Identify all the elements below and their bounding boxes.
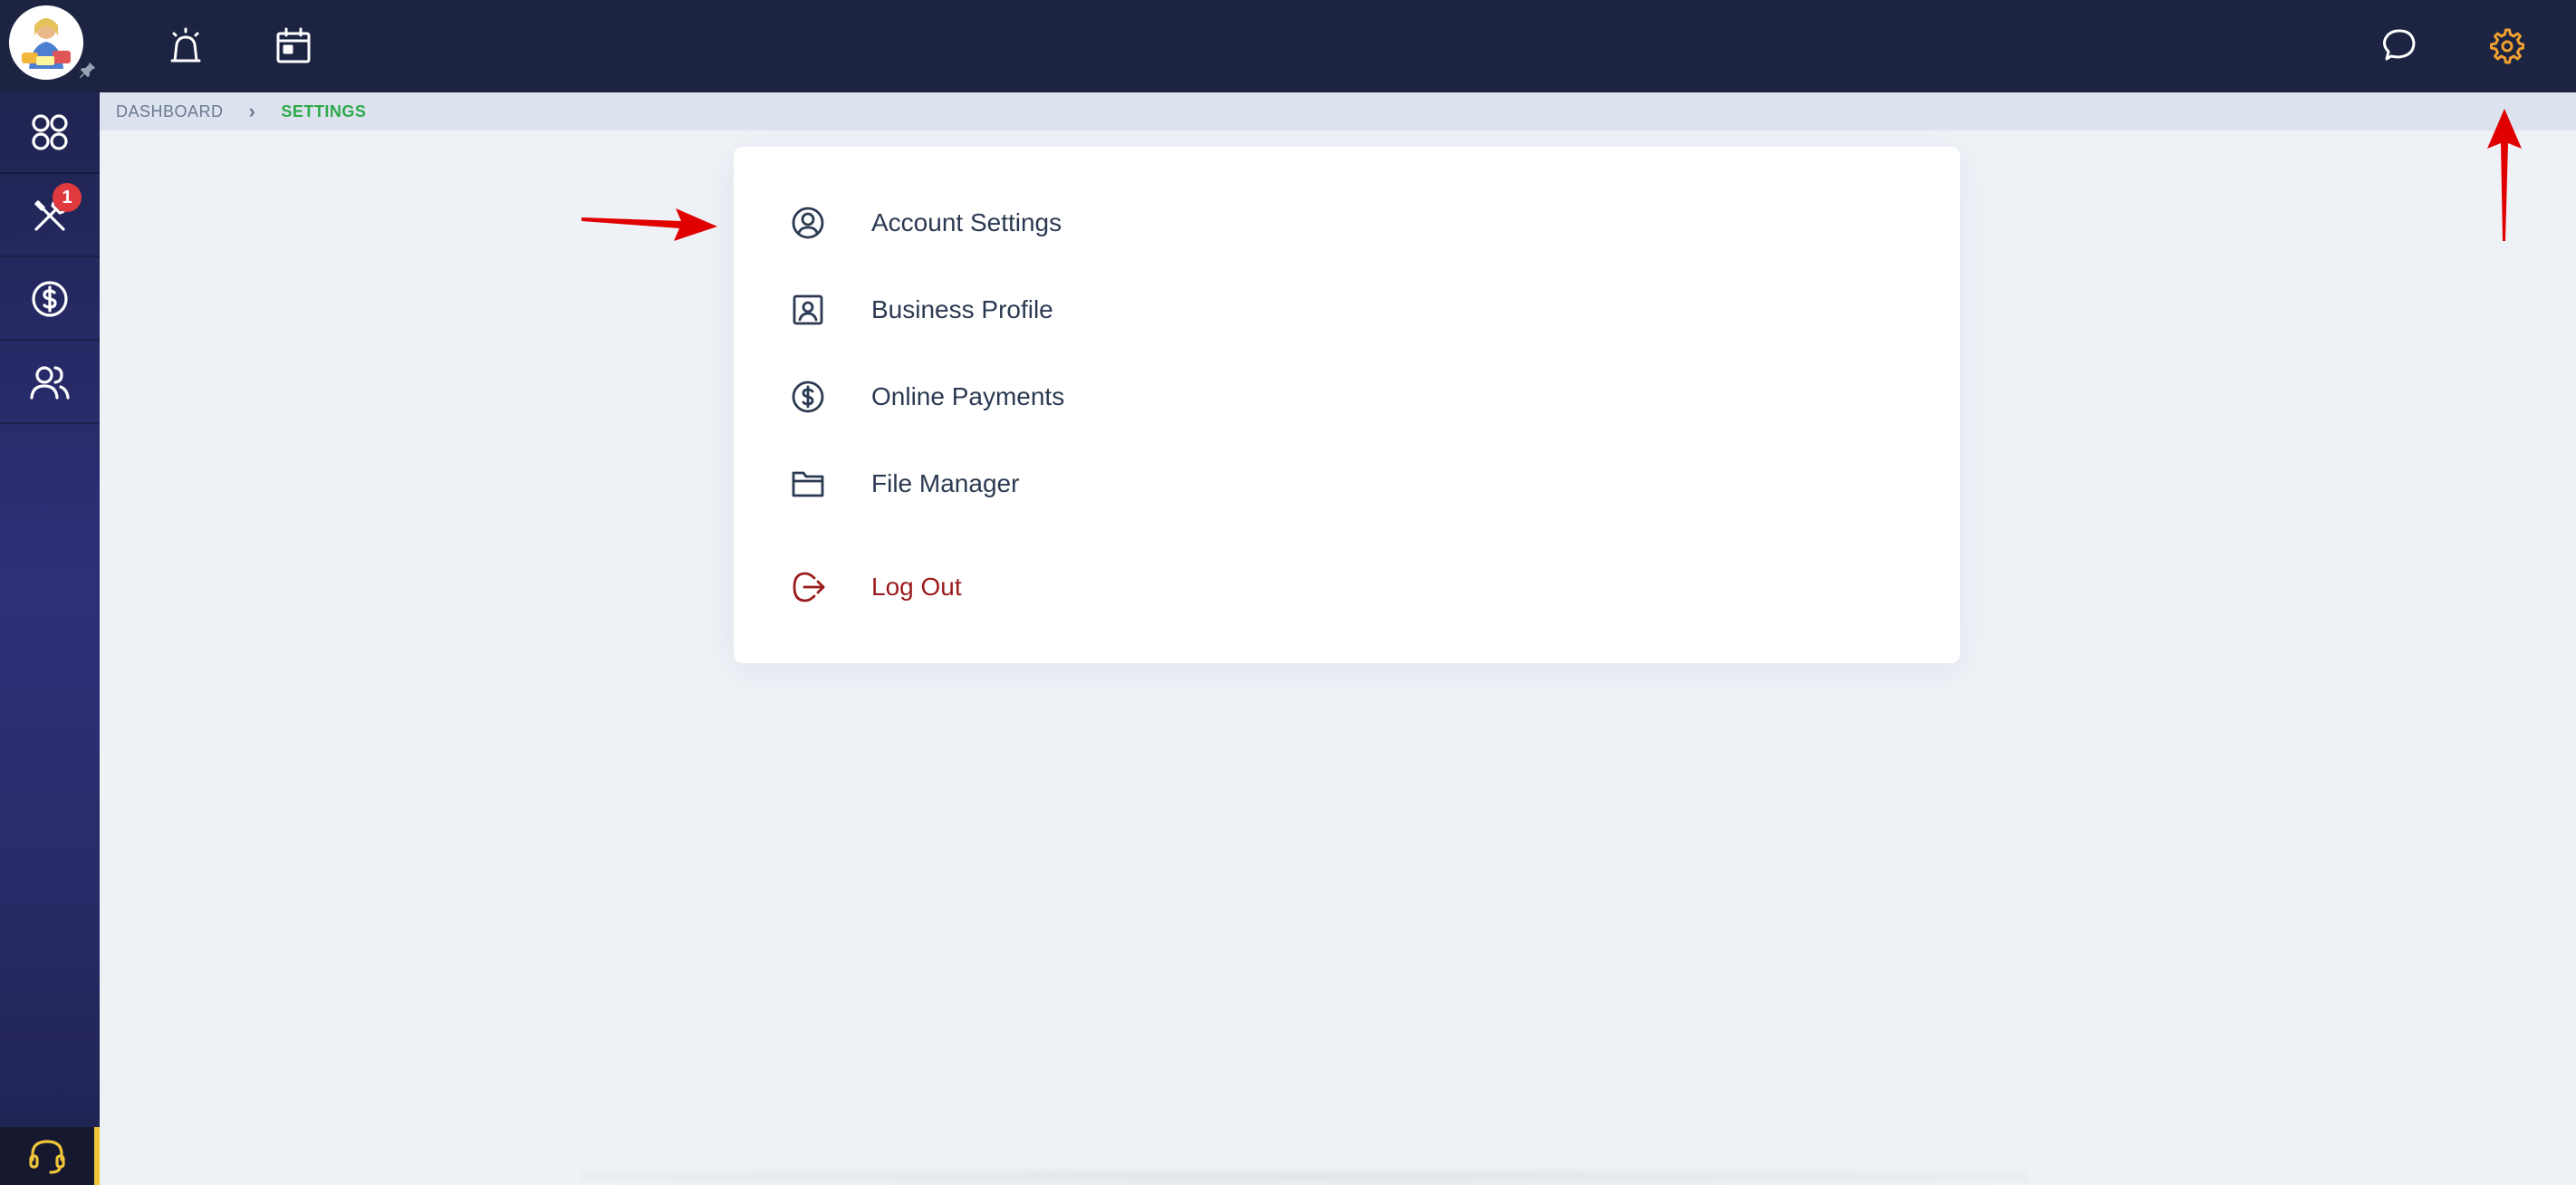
user-circle-icon bbox=[788, 203, 828, 243]
dollar-circle-icon bbox=[788, 377, 828, 417]
logout-icon bbox=[788, 567, 828, 607]
menu-item-log-out[interactable]: Log Out bbox=[788, 560, 962, 614]
breadcrumb-current: SETTINGS bbox=[281, 101, 367, 120]
bottom-shadow bbox=[580, 1169, 2029, 1185]
menu-item-account-settings[interactable]: Account Settings bbox=[788, 196, 1062, 250]
users-icon bbox=[30, 366, 70, 400]
headset-icon bbox=[29, 1140, 65, 1174]
menu-item-label: File Manager bbox=[871, 469, 1020, 497]
annotation-arrow-right bbox=[582, 208, 717, 241]
chevron-right-icon: › bbox=[248, 100, 256, 122]
notification-badge: 1 bbox=[53, 183, 82, 212]
breadcrumb-dashboard-link[interactable]: DASHBOARD bbox=[116, 102, 224, 121]
sidebar-item-payments[interactable] bbox=[0, 259, 100, 341]
dashboard-grid-icon bbox=[32, 114, 68, 150]
annotation-arrow-up bbox=[2487, 109, 2522, 241]
sidebar: 1 bbox=[0, 92, 100, 1185]
company-logo-avatar[interactable] bbox=[9, 5, 83, 80]
breadcrumb: DASHBOARD › SETTINGS bbox=[100, 92, 2576, 130]
dollar-circle-icon bbox=[32, 281, 68, 317]
menu-item-label: Online Payments bbox=[871, 382, 1065, 410]
menu-item-business-profile[interactable]: Business Profile bbox=[788, 283, 1053, 337]
top-bar bbox=[0, 0, 2576, 92]
support-button[interactable] bbox=[0, 1127, 100, 1185]
calendar-icon[interactable] bbox=[267, 20, 320, 72]
folder-icon bbox=[788, 464, 828, 504]
menu-item-online-payments[interactable]: Online Payments bbox=[788, 370, 1064, 424]
sidebar-item-dashboard[interactable] bbox=[0, 92, 100, 174]
menu-item-label: Account Settings bbox=[871, 208, 1062, 236]
chat-bubble-icon[interactable] bbox=[2373, 20, 2426, 72]
menu-item-label: Business Profile bbox=[871, 295, 1053, 323]
profile-card-icon bbox=[788, 290, 828, 330]
menu-item-label: Log Out bbox=[871, 573, 962, 601]
gear-icon[interactable] bbox=[2481, 20, 2533, 72]
settings-menu-card: Account Settings Business Profile Online… bbox=[734, 147, 1960, 663]
sidebar-item-tools[interactable]: 1 bbox=[0, 176, 100, 257]
menu-item-file-manager[interactable]: File Manager bbox=[788, 457, 1019, 511]
alarm-bell-icon[interactable] bbox=[159, 20, 212, 72]
sidebar-item-customers[interactable] bbox=[0, 342, 100, 424]
pin-icon[interactable] bbox=[78, 60, 98, 80]
